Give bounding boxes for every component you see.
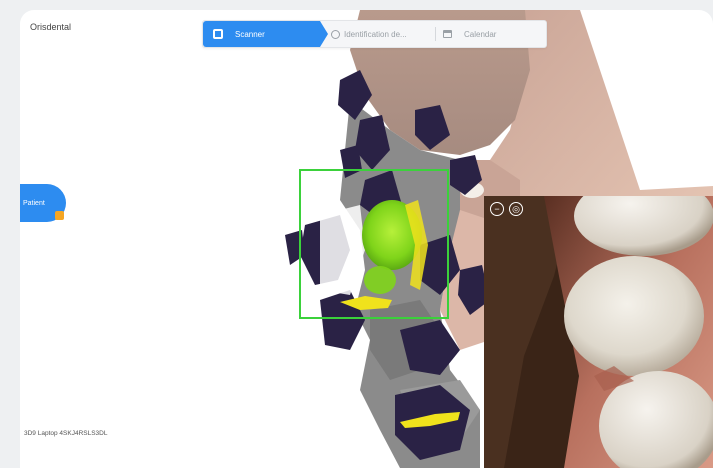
scanner-button[interactable]: Scanner xyxy=(203,21,320,47)
camera-icon[interactable]: ◎ xyxy=(509,202,523,216)
device-info: 3D9 Laptop 4SKJ4RSLS3DL xyxy=(24,430,108,437)
search-field[interactable]: Identification de... xyxy=(331,26,431,42)
side-panel-toggle[interactable]: Patient xyxy=(20,184,66,222)
calendar-icon xyxy=(443,30,452,38)
search-icon xyxy=(331,29,340,39)
scanner-icon xyxy=(213,29,223,39)
camera-preview[interactable]: − ◎ xyxy=(484,196,713,468)
scanner-button-label: Scanner xyxy=(235,29,265,39)
app-window: Orisdental Scanner Identification de... … xyxy=(20,10,713,468)
calendar-button[interactable]: Calendar xyxy=(443,26,543,42)
top-toolbar: Scanner Identification de... Calendar xyxy=(202,20,547,48)
app-title: Orisdental xyxy=(30,22,72,32)
toolbar-divider xyxy=(435,27,436,41)
notification-badge-icon xyxy=(55,211,64,220)
breadcrumb-arrow xyxy=(320,21,328,47)
zoom-out-icon[interactable]: − xyxy=(490,202,504,216)
intraoral-photo xyxy=(484,196,713,468)
side-panel-label: Patient xyxy=(23,199,45,207)
calendar-label: Calendar xyxy=(464,29,497,39)
search-placeholder: Identification de... xyxy=(344,29,407,39)
